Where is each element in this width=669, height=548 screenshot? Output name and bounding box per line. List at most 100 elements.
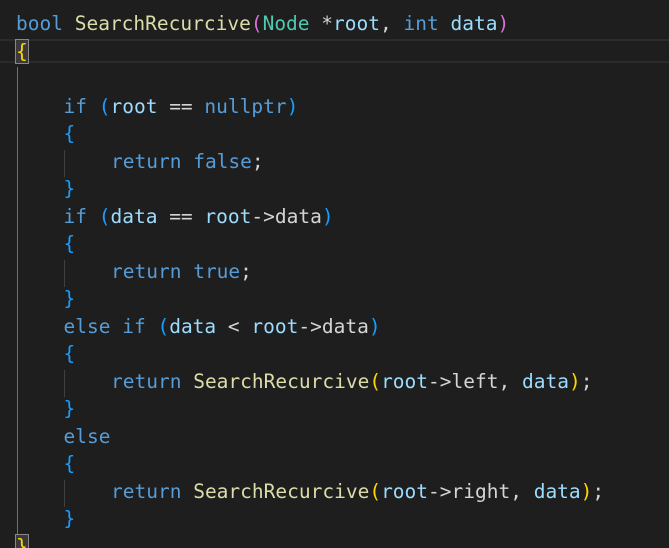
code-token: ,: [510, 479, 534, 503]
code-token: right: [451, 479, 511, 503]
code-token: {: [63, 232, 76, 255]
code-token: return: [111, 149, 182, 173]
code-token: nullptr: [204, 94, 287, 118]
indent-guide: [17, 67, 18, 535]
code-token: else: [63, 314, 111, 338]
code-token: SearchRecurcive: [193, 369, 370, 393]
code-token: (: [157, 314, 170, 338]
code-token: Node: [262, 12, 310, 35]
code-token: data: [110, 204, 158, 228]
code-line[interactable]: else: [64, 425, 111, 449]
code-editor[interactable]: bool SearchRecurcive(Node *root, int dat…: [0, 0, 669, 548]
code-token: (: [369, 479, 382, 503]
code-token: ;: [240, 259, 252, 283]
code-line[interactable]: }: [64, 177, 76, 201]
code-token: ,: [380, 12, 404, 35]
code-token: }: [15, 533, 29, 548]
code-token: root: [204, 204, 252, 228]
code-token: root: [110, 94, 158, 118]
code-line[interactable]: bool SearchRecurcive(Node *root, int dat…: [16, 12, 509, 36]
code-line[interactable]: }: [64, 287, 76, 311]
code-token: int: [403, 12, 439, 35]
code-token: (: [98, 204, 111, 228]
code-token: return: [111, 369, 182, 393]
code-token: return: [111, 259, 182, 283]
code-token: ;: [251, 149, 264, 173]
code-line[interactable]: if (root == nullptr): [64, 95, 299, 119]
code-token: return: [111, 479, 182, 503]
code-token: ==: [157, 204, 205, 228]
code-token: if: [63, 204, 87, 228]
code-token: root: [381, 369, 429, 393]
code-token: ): [580, 479, 593, 503]
code-token: (: [369, 369, 382, 393]
code-token: }: [63, 177, 76, 200]
code-token: ==: [157, 94, 205, 118]
code-token: ->: [428, 479, 452, 503]
code-token: ): [286, 94, 299, 118]
indent-guide: [64, 479, 65, 507]
code-line[interactable]: return true;: [111, 260, 252, 284]
code-token: (: [98, 94, 111, 118]
indent-guide: [64, 259, 65, 287]
code-line[interactable]: {: [64, 452, 76, 476]
code-line[interactable]: else if (data < root->data): [64, 315, 381, 339]
code-token: if: [63, 94, 87, 118]
code-token: ,: [498, 369, 522, 393]
current-line-highlight: [0, 39, 669, 63]
code-line[interactable]: {: [64, 342, 76, 366]
code-token: bool: [16, 12, 63, 35]
code-line[interactable]: if (data == root->data): [64, 205, 334, 229]
code-token: ->: [251, 204, 275, 228]
code-token: ->: [428, 369, 452, 393]
code-token: {: [63, 342, 76, 365]
code-line[interactable]: }: [64, 507, 76, 531]
code-token: root: [251, 314, 299, 338]
code-token: ): [321, 204, 334, 228]
code-token: ;: [580, 369, 593, 393]
code-token: {: [63, 122, 76, 145]
code-token: true: [193, 259, 241, 283]
code-line[interactable]: {: [15, 38, 29, 64]
code-token: {: [15, 38, 29, 64]
code-token: *: [321, 12, 334, 35]
code-line[interactable]: {: [64, 232, 76, 256]
code-token: }: [63, 287, 76, 310]
code-line[interactable]: return SearchRecurcive(root->right, data…: [111, 480, 604, 504]
code-token: data: [533, 479, 581, 503]
code-token: }: [63, 507, 76, 530]
code-token: {: [63, 452, 76, 475]
code-token: root: [381, 479, 429, 503]
code-line[interactable]: }: [15, 533, 29, 548]
code-token: ): [497, 12, 510, 35]
code-token: SearchRecurcive: [193, 479, 370, 503]
code-token: data: [274, 204, 322, 228]
code-line[interactable]: {: [64, 122, 76, 146]
code-token: (: [250, 12, 263, 35]
code-token: data: [521, 369, 569, 393]
code-token: data: [321, 314, 369, 338]
code-token: if: [122, 314, 146, 338]
code-token: ->: [298, 314, 322, 338]
code-token: ): [568, 369, 581, 393]
code-token: }: [63, 397, 76, 420]
code-token: data: [450, 12, 498, 35]
code-token: left: [451, 369, 499, 393]
indent-guide: [64, 369, 65, 397]
code-line[interactable]: return false;: [111, 150, 264, 174]
code-token: root: [333, 12, 381, 35]
code-token: <: [216, 314, 252, 338]
code-line[interactable]: return SearchRecurcive(root->left, data)…: [111, 370, 592, 394]
code-line[interactable]: }: [64, 397, 76, 421]
